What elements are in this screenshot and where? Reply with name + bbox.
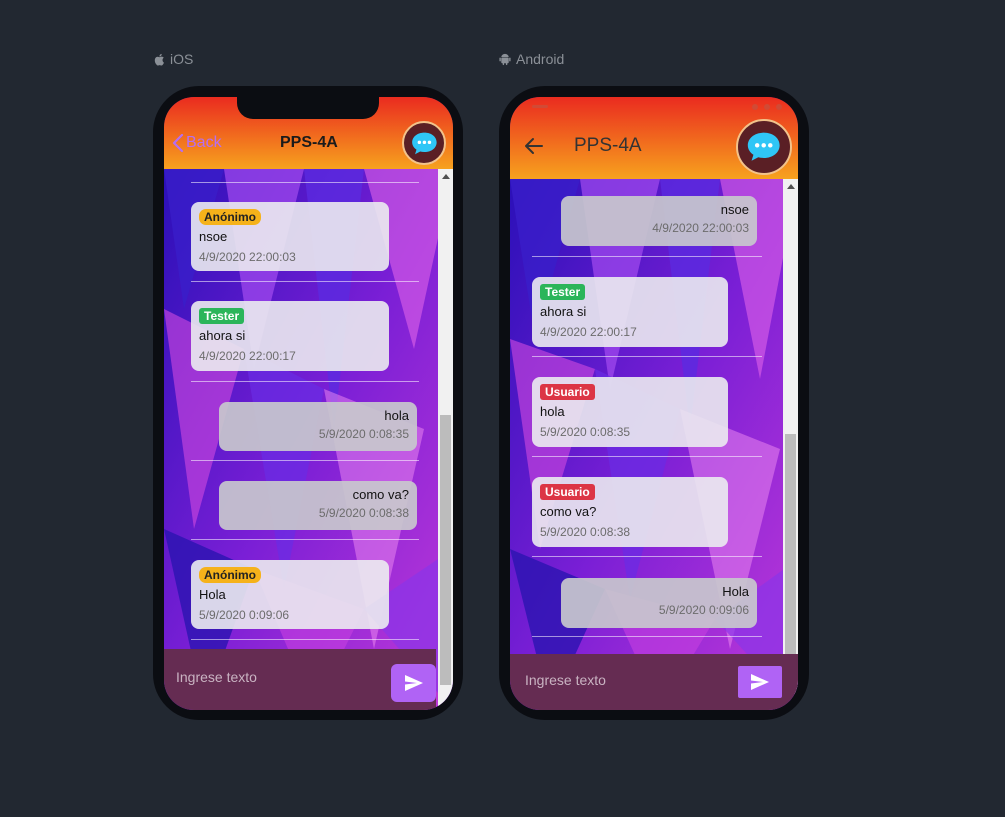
android-label-text: Android	[516, 51, 565, 67]
message-time: 5/9/2020 0:09:06	[658, 603, 749, 617]
android-screen: PPS-4A nsoe 4/9/2020 22:00:03 Tester aho…	[510, 97, 798, 710]
ios-platform-label: iOS	[153, 51, 193, 67]
scrollbar[interactable]	[783, 179, 798, 694]
message-time: 4/9/2020 22:00:03	[199, 250, 296, 264]
message-divider	[532, 256, 762, 257]
message-divider	[191, 639, 419, 640]
message-time: 5/9/2020 0:08:35	[318, 427, 409, 441]
chat-bubble-icon	[748, 132, 780, 162]
message-divider	[191, 281, 419, 282]
message-text: ahora si	[540, 304, 587, 319]
own-message-bubble: como va? 5/9/2020 0:08:38	[219, 481, 417, 530]
ios-label-text: iOS	[170, 51, 194, 67]
page-title: PPS-4A	[280, 134, 338, 151]
send-button[interactable]	[738, 666, 782, 698]
message-text: nsoe	[199, 229, 228, 244]
ios-header: Back PPS-4A	[164, 97, 453, 169]
android-platform-label: Android	[499, 51, 564, 67]
user-badge: Tester	[199, 308, 245, 324]
message-text: hola	[384, 408, 409, 423]
message-bubble: Tester ahora si 4/9/2020 22:00:17	[191, 301, 389, 371]
message-time: 4/9/2020 22:00:17	[199, 349, 296, 363]
chevron-left-icon	[172, 134, 184, 152]
status-indicator	[532, 105, 548, 108]
message-time: 4/9/2020 22:00:17	[540, 325, 637, 339]
scrollbar[interactable]	[438, 169, 453, 710]
message-bubble: Usuario hola 5/9/2020 0:08:35	[532, 377, 728, 447]
message-divider	[532, 556, 762, 557]
message-text: hola	[540, 404, 565, 419]
user-badge: Usuario	[540, 484, 595, 500]
message-composer: Ingrese texto	[164, 649, 436, 710]
chat-bubble-icon	[411, 132, 437, 154]
user-badge: Tester	[540, 284, 586, 300]
scroll-up-arrow[interactable]	[442, 174, 450, 179]
apple-icon	[154, 53, 164, 66]
message-time: 5/9/2020 0:09:06	[199, 608, 290, 622]
scroll-thumb[interactable]	[785, 434, 796, 684]
android-header: PPS-4A	[510, 97, 798, 179]
arrow-left-icon[interactable]	[524, 137, 544, 155]
chat-avatar[interactable]	[402, 121, 446, 165]
message-composer: Ingrese texto	[510, 654, 798, 710]
page-title: PPS-4A	[574, 135, 642, 156]
message-input[interactable]: Ingrese texto	[176, 669, 257, 685]
send-icon	[404, 675, 423, 691]
own-message-bubble: Hola 5/9/2020 0:09:06	[561, 578, 757, 628]
message-time: 4/9/2020 22:00:03	[652, 221, 749, 235]
ios-notch	[237, 97, 379, 119]
message-time: 5/9/2020 0:08:38	[540, 525, 631, 539]
message-divider	[191, 460, 419, 461]
send-button[interactable]	[391, 664, 436, 702]
message-time: 5/9/2020 0:08:35	[540, 425, 631, 439]
message-text: Hola	[199, 587, 226, 602]
user-badge: Anónimo	[199, 209, 261, 225]
message-bubble: Anónimo Hola 5/9/2020 0:09:06	[191, 560, 389, 629]
send-icon	[751, 674, 769, 690]
own-message-bubble: nsoe 4/9/2020 22:00:03	[561, 196, 757, 246]
user-badge: Anónimo	[199, 567, 261, 583]
message-text: como va?	[352, 487, 409, 502]
message-input[interactable]: Ingrese texto	[525, 672, 606, 688]
message-bubble: Anónimo nsoe 4/9/2020 22:00:03	[191, 202, 389, 271]
status-icons	[752, 104, 782, 110]
message-divider	[191, 182, 419, 183]
message-divider	[191, 539, 419, 540]
chat-avatar[interactable]	[736, 119, 792, 175]
message-divider	[532, 456, 762, 457]
ios-screen: Back PPS-4A Anónimo nsoe 4/9/2020 22:00:…	[164, 97, 453, 710]
message-text: Hola	[722, 584, 749, 599]
message-divider	[532, 356, 762, 357]
android-icon	[499, 53, 511, 65]
ios-device-frame: Back PPS-4A Anónimo nsoe 4/9/2020 22:00:…	[153, 86, 463, 720]
back-label: Back	[186, 134, 222, 151]
android-device-frame: PPS-4A nsoe 4/9/2020 22:00:03 Tester aho…	[499, 86, 809, 720]
message-bubble: Usuario como va? 5/9/2020 0:08:38	[532, 477, 728, 547]
message-bubble: Tester ahora si 4/9/2020 22:00:17	[532, 277, 728, 347]
message-divider	[191, 381, 419, 382]
message-text: ahora si	[199, 328, 246, 343]
scroll-thumb[interactable]	[440, 415, 451, 685]
own-message-bubble: hola 5/9/2020 0:08:35	[219, 402, 417, 451]
user-badge: Usuario	[540, 384, 595, 400]
back-button[interactable]: Back	[172, 134, 222, 152]
message-text: como va?	[540, 504, 597, 519]
message-time: 5/9/2020 0:08:38	[318, 506, 409, 520]
message-text: nsoe	[720, 202, 749, 217]
message-divider	[532, 636, 762, 637]
scroll-up-arrow[interactable]	[787, 184, 795, 189]
